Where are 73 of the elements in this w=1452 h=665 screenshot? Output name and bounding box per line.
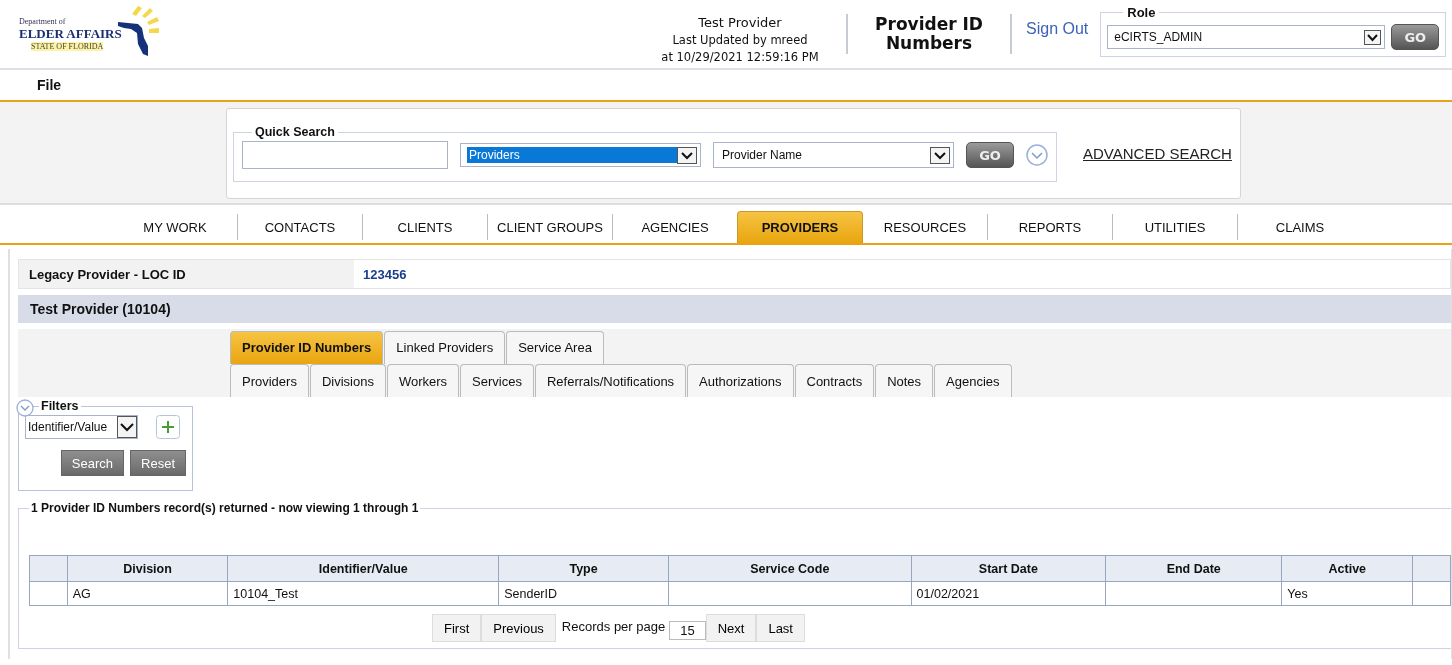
role-select[interactable]: eCIRTS_ADMIN <box>1107 25 1386 49</box>
nav-tab[interactable]: RESOURCES <box>863 214 988 240</box>
sub-tab[interactable]: Authorizations <box>687 364 794 397</box>
sub-tab[interactable]: Notes <box>875 364 934 397</box>
column-header[interactable]: Type <box>498 555 669 582</box>
logo-state-text: STATE OF FLORIDA <box>31 42 104 51</box>
column-header[interactable]: Division <box>67 555 228 582</box>
sub-tab[interactable]: Linked Providers <box>384 330 506 364</box>
column-header[interactable]: Active <box>1281 555 1413 582</box>
sub-tab[interactable]: Agencies <box>934 364 1012 397</box>
nav-tab[interactable]: CLIENT GROUPS <box>488 214 613 240</box>
column-header[interactable]: Identifier/Value <box>227 555 499 582</box>
role-legend: Role <box>1123 5 1160 20</box>
last-page-button[interactable]: Last <box>756 614 805 642</box>
field-select[interactable]: Provider Name <box>713 142 954 168</box>
add-icon[interactable] <box>156 415 180 439</box>
nav-tab[interactable]: AGENCIES <box>613 211 737 243</box>
expand-icon[interactable] <box>1026 144 1048 166</box>
last-updated-text: Last Updated by mreed <box>672 32 808 47</box>
previous-page-button[interactable]: Previous <box>481 614 556 642</box>
nav-tab[interactable]: CLIENTS <box>363 214 488 240</box>
caret-icon <box>930 146 950 164</box>
caret-icon <box>1364 29 1382 45</box>
category-select[interactable]: Providers <box>460 143 701 167</box>
search-field[interactable] <box>242 141 448 169</box>
sub-tab[interactable]: Services <box>460 364 534 397</box>
sub-tab[interactable]: Divisions <box>309 364 386 397</box>
logo-department-text: Department of <box>19 17 66 26</box>
table-cell: 01/02/2021 <box>911 581 1106 606</box>
filter-field-select[interactable]: Identifier/Value <box>25 415 138 439</box>
results-legend: 1 Provider ID Numbers record(s) returned - now viewing 1 through 1 <box>29 501 421 515</box>
menu-item[interactable]: File <box>37 77 62 93</box>
nav-tab[interactable]: CLAIMS <box>1238 211 1362 243</box>
column-header[interactable]: Start Date <box>911 555 1106 582</box>
table-cell: AG <box>67 581 228 606</box>
nav-tab[interactable]: REPORTS <box>988 214 1113 240</box>
nav-tab[interactable]: MY WORK <box>113 214 238 240</box>
search-button[interactable]: Search <box>60 450 125 476</box>
sub-tab[interactable]: Contracts <box>794 364 875 397</box>
page-title: Provider ID Numbers <box>874 15 984 53</box>
legacy-value: 123456 <box>362 266 407 282</box>
sub-tab[interactable]: Provider ID Numbers <box>230 330 384 364</box>
timestamp-text: at 10/29/2021 12:59:16 PM <box>661 49 819 64</box>
caret-icon <box>677 146 697 164</box>
legacy-label: Legacy Provider - LOC ID <box>19 260 354 288</box>
nav-tab[interactable]: CONTACTS <box>238 214 363 240</box>
caret-icon <box>117 416 137 438</box>
search-go-button[interactable]: GO <box>966 142 1014 168</box>
record-name: Test Provider <box>698 14 782 30</box>
role-go-button[interactable]: GO <box>1391 24 1440 50</box>
records-per-page-label: Records per page <box>560 618 667 636</box>
sub-tab[interactable]: Providers <box>230 364 309 397</box>
logo-name-text: ELDER AFFAIRS <box>19 26 122 42</box>
nav-tab[interactable]: PROVIDERS <box>737 211 863 243</box>
table-cell: SenderID <box>498 581 669 606</box>
column-header[interactable]: Service Code <box>668 555 912 582</box>
sign-out-link[interactable]: Sign Out <box>1026 20 1089 38</box>
table-cell: 10104_Test <box>227 581 499 606</box>
quick-search-legend: Quick Search <box>252 125 338 139</box>
table-cell: Yes <box>1281 581 1413 606</box>
reset-button[interactable]: Reset <box>130 450 186 476</box>
sub-tab[interactable]: Referrals/Notifications <box>534 364 687 397</box>
filters-legend: Filters <box>39 399 81 413</box>
records-per-page-field[interactable]: 15 <box>669 620 706 640</box>
advanced-search-link[interactable]: ADVANCED SEARCH <box>1083 145 1232 162</box>
column-header[interactable]: End Date <box>1105 555 1282 582</box>
provider-header-text: Test Provider (10104) <box>30 301 171 317</box>
collapse-icon[interactable] <box>16 399 34 417</box>
next-page-button[interactable]: Next <box>705 614 757 642</box>
sub-tab[interactable]: Workers <box>386 364 460 397</box>
first-page-button[interactable]: First <box>432 614 482 642</box>
sub-tab[interactable]: Service Area <box>506 330 604 364</box>
nav-tab[interactable]: UTILITIES <box>1113 214 1238 240</box>
